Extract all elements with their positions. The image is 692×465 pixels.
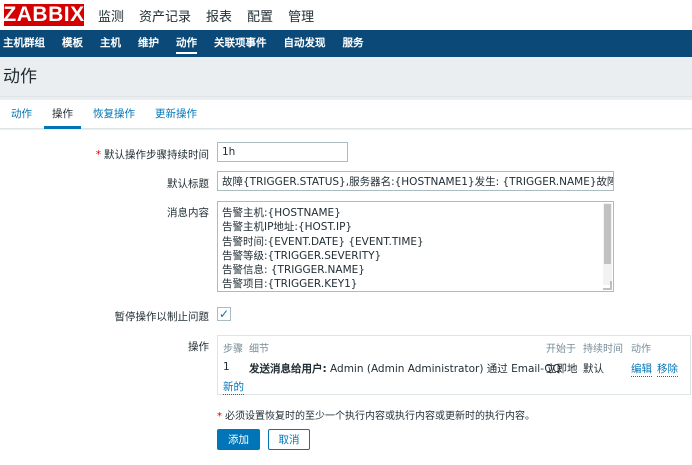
required-note: * 必须设置恢复时的至少一个执行内容或执行内容或更新时的执行内容。 (217, 411, 535, 422)
message-label: 消息内容 (167, 207, 209, 219)
page-header: 动作 (0, 57, 692, 97)
menu-configuration[interactable]: 配置 (247, 6, 273, 25)
required-asterisk: * (217, 411, 222, 422)
default-subject-label: 默认标题 (167, 178, 209, 190)
subnav-event-correlation[interactable]: 关联项事件 (214, 30, 267, 57)
tab-bar: 动作 操作 恢复操作 更新操作 (0, 100, 692, 129)
default-step-duration-input[interactable]: 1h (217, 142, 348, 162)
row-details-bold: 发送消息给用户: (249, 363, 327, 375)
message-line: 告警等级:{TRIGGER.SEVERITY} (222, 249, 382, 262)
subnav-hosts[interactable]: 主机 (100, 30, 121, 57)
message-line: 告警时间:{EVENT.DATE} {EVENT.TIME} (222, 235, 424, 248)
row-details-rest: Admin (Admin Administrator) 通过 Email-QQ (326, 363, 561, 375)
message-textarea[interactable]: 告警主机:{HOSTNAME} 告警主机IP地址:{HOST.IP} 告警时间:… (217, 201, 614, 292)
zabbix-logo[interactable]: ZABBIX (3, 3, 84, 26)
tab-action[interactable]: 动作 (0, 100, 42, 128)
menu-monitoring[interactable]: 监测 (98, 6, 124, 25)
row-duration: 默认 (583, 363, 604, 375)
resize-handle-icon[interactable] (603, 281, 612, 290)
add-button[interactable]: 添加 (217, 429, 260, 450)
row-start-in: 立即地 (546, 363, 578, 375)
remove-link[interactable]: 移除 (657, 361, 678, 377)
edit-link[interactable]: 编辑 (631, 361, 652, 377)
message-line: 告警信息: {TRIGGER.NAME} (222, 264, 365, 277)
header-start-in: 开始于 (546, 344, 576, 355)
default-subject-input[interactable]: 故障{TRIGGER.STATUS},服务器名:{HOSTNAME1}发生: {… (217, 171, 614, 191)
operations-table: 步骤 细节 开始于 持续时间 动作 1 发送消息给用户: Admin (Admi… (217, 335, 691, 395)
header-details: 细节 (249, 344, 269, 355)
subnav-actions[interactable]: 动作 (176, 30, 197, 57)
header-step: 步骤 (223, 344, 243, 355)
subnav-templates[interactable]: 模板 (62, 30, 83, 57)
message-line: 告警主机IP地址:{HOST.IP} (222, 221, 353, 234)
header-duration: 持续时间 (583, 344, 623, 355)
header-action: 动作 (631, 344, 651, 355)
new-operation-link[interactable]: 新的 (223, 379, 244, 395)
operations-form: * 默认操作步骤持续时间 1h 默认标题 故障{TRIGGER.STATUS},服… (0, 130, 692, 465)
top-menu: 监测 资产记录 报表 配置 管理 (98, 6, 329, 25)
subnav-maintenance[interactable]: 维护 (138, 30, 159, 57)
page-title: 动作 (3, 67, 37, 87)
row-step: 1 (223, 361, 230, 373)
message-line: 告警项目:{TRIGGER.KEY1} (222, 278, 358, 291)
pause-label: 暂停操作以制止问题 (114, 311, 210, 323)
scrollbar-thumb[interactable] (604, 204, 611, 264)
tab-recovery-operations[interactable]: 恢复操作 (83, 100, 145, 128)
required-asterisk: * (95, 149, 101, 161)
subnav-host-groups[interactable]: 主机群组 (3, 30, 45, 57)
pause-checkbox[interactable]: ✓ (217, 307, 231, 321)
subnav-services[interactable]: 服务 (343, 30, 364, 57)
subnav-discovery[interactable]: 自动发现 (284, 30, 326, 57)
cancel-button[interactable]: 取消 (268, 429, 310, 450)
menu-inventory[interactable]: 资产记录 (139, 6, 191, 25)
checkmark-icon: ✓ (218, 307, 230, 321)
default-step-duration-label: * 默认操作步骤持续时间 (95, 149, 209, 161)
sub-nav: 主机群组 模板 主机 维护 动作 关联项事件 自动发现 服务 (0, 30, 692, 57)
top-bar: ZABBIX 监测 资产记录 报表 配置 管理 (0, 0, 692, 30)
menu-reports[interactable]: 报表 (206, 6, 232, 25)
operations-label: 操作 (188, 341, 209, 353)
row-details: 发送消息给用户: Admin (Admin Administrator) 通过 … (249, 361, 561, 376)
message-line: 告警主机:{HOSTNAME} (222, 207, 341, 219)
tab-operations[interactable]: 操作 (42, 100, 83, 129)
tab-update-operations[interactable]: 更新操作 (145, 100, 207, 128)
menu-administration[interactable]: 管理 (288, 6, 314, 25)
